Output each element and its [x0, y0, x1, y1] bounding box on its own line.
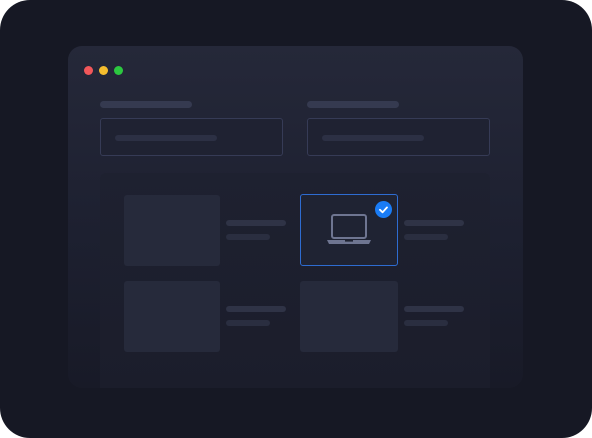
maximize-window-button[interactable]: [114, 66, 123, 75]
minimize-window-button[interactable]: [99, 66, 108, 75]
device-option-subtitle-3: [226, 320, 270, 326]
device-option-title-2: [404, 220, 464, 226]
field-placeholder-left: [115, 135, 217, 141]
device-option-subtitle-2: [404, 234, 448, 240]
device-option-subtitle-4: [404, 320, 448, 326]
field-placeholder-right: [322, 135, 424, 141]
close-window-button[interactable]: [84, 66, 93, 75]
device-selection-panel: [100, 173, 490, 388]
device-option-title-4: [404, 306, 464, 312]
device-option-subtitle-1: [226, 234, 270, 240]
app-window: [68, 46, 523, 388]
laptop-icon: [327, 214, 371, 244]
field-label-left: [100, 101, 192, 108]
app-frame: [0, 0, 592, 438]
device-option-card-2-selected[interactable]: [300, 194, 398, 266]
device-option-title-1: [226, 220, 286, 226]
device-option-card-3[interactable]: [124, 281, 220, 352]
text-field-right[interactable]: [307, 118, 490, 156]
field-label-right: [307, 101, 399, 108]
text-field-left[interactable]: [100, 118, 283, 156]
device-option-card-4[interactable]: [300, 281, 398, 352]
device-option-card-1[interactable]: [124, 195, 220, 266]
selected-check-badge: [375, 201, 392, 218]
check-icon: [379, 206, 388, 214]
device-option-title-3: [226, 306, 286, 312]
